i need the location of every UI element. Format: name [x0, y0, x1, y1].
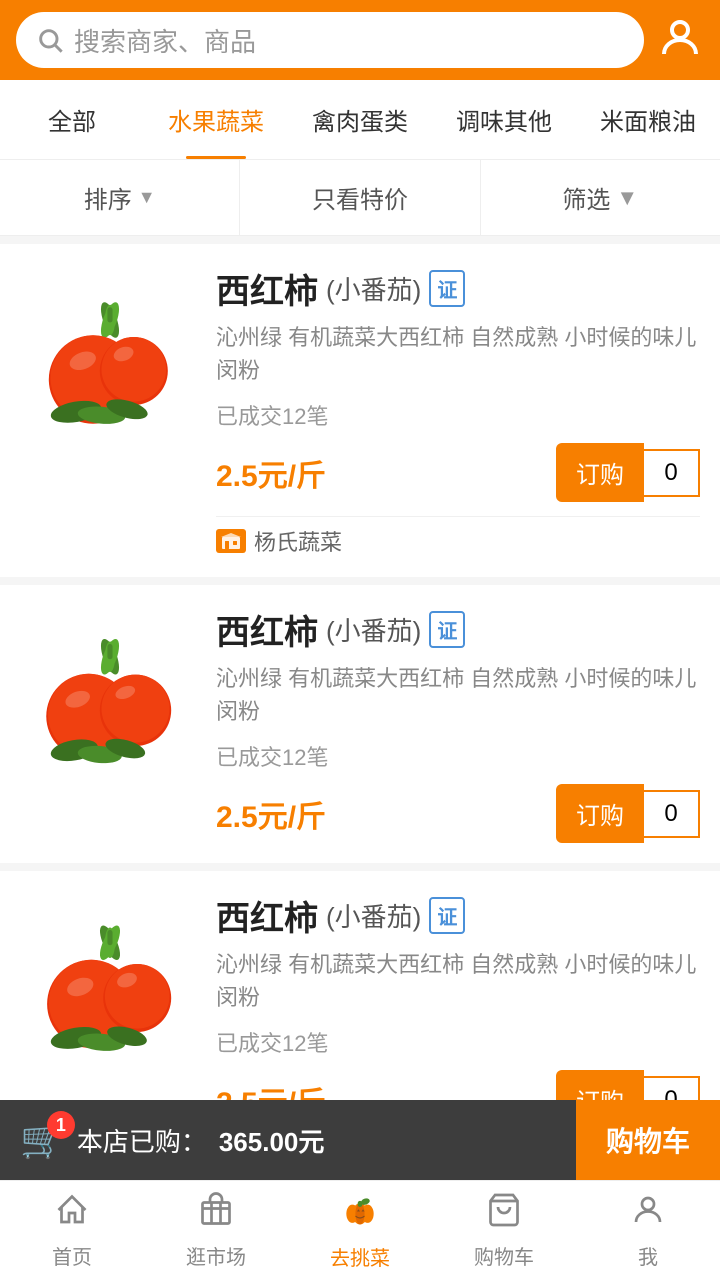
product-image-3[interactable]	[20, 891, 200, 1071]
store-icon-1	[216, 529, 246, 553]
product-card-2: 西红柿 (小番茄) 证 沁州绿 有机蔬菜大西红柿 自然成熟 小时候的味儿闵粉 已…	[0, 585, 720, 863]
cert-badge-1: 证	[429, 270, 465, 307]
order-quantity-1[interactable]	[644, 449, 700, 497]
cart-bar-left: 🛒 1 本店已购： 365.00元	[0, 1119, 576, 1161]
product-desc-3: 沁州绿 有机蔬菜大西红柿 自然成熟 小时候的味儿闵粉	[216, 948, 700, 1014]
cart-bar-amount: 365.00元	[219, 1122, 325, 1159]
special-price-filter[interactable]: 只看特价	[240, 160, 480, 235]
product-price-2: 2.5元/斤	[216, 792, 326, 836]
tab-grains[interactable]: 米面粮油	[576, 80, 720, 159]
tomato-image-3	[25, 896, 195, 1066]
product-list: 西红柿 (小番茄) 证 沁州绿 有机蔬菜大西红柿 自然成熟 小时候的味儿闵粉 已…	[0, 244, 720, 1149]
cart-bar-button[interactable]: 购物车	[606, 1120, 690, 1160]
product-name-main-2: 西红柿	[216, 605, 318, 654]
product-sales-1: 已成交12笔	[216, 399, 700, 431]
sort-label: 排序	[84, 180, 132, 215]
product-info-2: 西红柿 (小番茄) 证 沁州绿 有机蔬菜大西红柿 自然成熟 小时候的味儿闵粉 已…	[216, 605, 700, 843]
nav-market-label: 逛市场	[186, 1241, 246, 1270]
screen-filter[interactable]: 筛选 ▼	[481, 160, 720, 235]
nav-market[interactable]: 逛市场	[144, 1181, 288, 1280]
pumpkin-icon	[340, 1191, 380, 1238]
order-control-2: 订购	[556, 784, 700, 843]
home-icon	[53, 1192, 91, 1237]
cart-badge: 1	[47, 1111, 75, 1139]
product-title-3: 西红柿 (小番茄) 证	[216, 891, 700, 940]
search-placeholder: 搜索商家、商品	[74, 22, 256, 59]
cart-bar-text: 本店已购：	[77, 1122, 207, 1159]
cart-bar: 🛒 1 本店已购： 365.00元 购物车	[0, 1100, 720, 1180]
nav-me[interactable]: 我	[576, 1181, 720, 1280]
product-card-1: 西红柿 (小番茄) 证 沁州绿 有机蔬菜大西红柿 自然成熟 小时候的味儿闵粉 已…	[0, 244, 720, 577]
order-quantity-2[interactable]	[644, 790, 700, 838]
nav-me-label: 我	[638, 1241, 658, 1270]
filter-bar: 排序 ▼ 只看特价 筛选 ▼	[0, 160, 720, 236]
tab-fruits-veg[interactable]: 水果蔬菜	[144, 80, 288, 159]
product-desc-2: 沁州绿 有机蔬菜大西红柿 自然成熟 小时候的味儿闵粉	[216, 662, 700, 728]
product-sales-2: 已成交12笔	[216, 740, 700, 772]
tomato-image-2	[25, 610, 195, 780]
sort-filter[interactable]: 排序 ▼	[0, 160, 240, 235]
filter-icon: ▼	[616, 185, 638, 211]
nav-shop[interactable]: 去挑菜	[288, 1181, 432, 1280]
store-name-1: 杨氏蔬菜	[254, 525, 342, 557]
search-icon	[36, 26, 64, 54]
product-desc-1: 沁州绿 有机蔬菜大西红柿 自然成熟 小时候的味儿闵粉	[216, 321, 700, 387]
product-image-1[interactable]	[20, 264, 200, 444]
cart-badge-wrap: 🛒 1	[20, 1119, 65, 1161]
cart-icon	[485, 1192, 523, 1237]
product-sales-3: 已成交12笔	[216, 1026, 700, 1058]
cert-badge-2: 证	[429, 611, 465, 648]
product-info-1: 西红柿 (小番茄) 证 沁州绿 有机蔬菜大西红柿 自然成熟 小时候的味儿闵粉 已…	[216, 264, 700, 557]
product-name-sub-2: (小番茄)	[326, 611, 421, 648]
product-bottom-1: 2.5元/斤 订购	[216, 443, 700, 502]
order-button-2[interactable]: 订购	[556, 784, 644, 843]
product-name-sub-1: (小番茄)	[326, 270, 421, 307]
user-nav-icon	[629, 1192, 667, 1237]
tomato-image-1	[25, 269, 195, 439]
bottom-nav: 首页 逛市场 去挑菜	[0, 1180, 720, 1280]
tab-seasoning[interactable]: 调味其他	[432, 80, 576, 159]
nav-home-label: 首页	[52, 1241, 92, 1270]
nav-cart[interactable]: 购物车	[432, 1181, 576, 1280]
product-price-1: 2.5元/斤	[216, 451, 326, 495]
nav-cart-label: 购物车	[474, 1241, 534, 1270]
order-button-1[interactable]: 订购	[556, 443, 644, 502]
product-name-main-3: 西红柿	[216, 891, 318, 940]
header: 搜索商家、商品	[0, 0, 720, 80]
search-bar[interactable]: 搜索商家、商品	[16, 12, 644, 68]
nav-shop-label: 去挑菜	[330, 1242, 390, 1271]
category-tabs: 全部 水果蔬菜 禽肉蛋类 调味其他 米面粮油	[0, 80, 720, 160]
special-label: 只看特价	[312, 180, 408, 215]
product-image-2[interactable]	[20, 605, 200, 785]
order-control-1: 订购	[556, 443, 700, 502]
tab-all[interactable]: 全部	[0, 80, 144, 159]
product-name-sub-3: (小番茄)	[326, 897, 421, 934]
product-name-main-1: 西红柿	[216, 264, 318, 313]
store-info-1: 杨氏蔬菜	[216, 516, 700, 557]
product-title-1: 西红柿 (小番茄) 证	[216, 264, 700, 313]
screen-label: 筛选	[562, 180, 610, 215]
cert-badge-3: 证	[429, 897, 465, 934]
market-icon	[197, 1192, 235, 1237]
product-title-2: 西红柿 (小番茄) 证	[216, 605, 700, 654]
tab-meat-eggs[interactable]: 禽肉蛋类	[288, 80, 432, 159]
cart-bar-right[interactable]: 购物车	[576, 1100, 720, 1180]
product-info-3: 西红柿 (小番茄) 证 沁州绿 有机蔬菜大西红柿 自然成熟 小时候的味儿闵粉 已…	[216, 891, 700, 1129]
sort-chevron: ▼	[138, 187, 156, 208]
product-bottom-2: 2.5元/斤 订购	[216, 784, 700, 843]
nav-home[interactable]: 首页	[0, 1181, 144, 1280]
user-icon[interactable]	[656, 14, 704, 67]
